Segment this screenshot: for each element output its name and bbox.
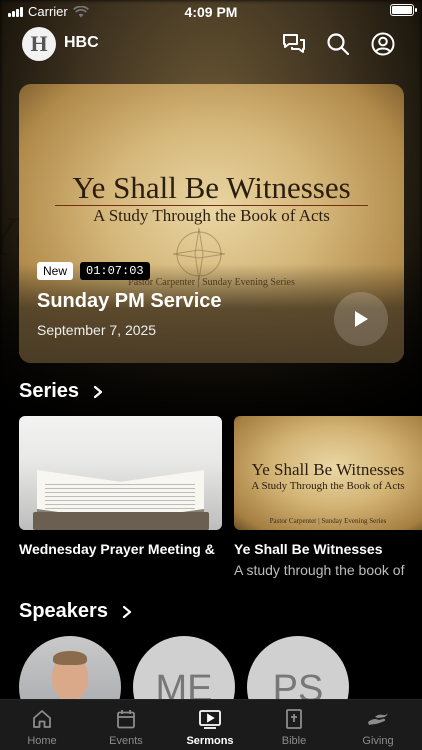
- sermon-title: Sunday PM Service: [37, 290, 222, 312]
- battery-icon: [390, 4, 417, 16]
- chevron-right-icon: [122, 605, 132, 618]
- tab-bible[interactable]: Bible: [252, 700, 336, 750]
- chevron-right-icon: [93, 385, 103, 398]
- home-icon: [33, 710, 51, 728]
- tab-label: Events: [109, 735, 143, 747]
- play-button[interactable]: [334, 292, 388, 346]
- new-badge: New: [37, 262, 74, 280]
- bible-icon: [286, 709, 302, 729]
- status-bar: Carrier 4:09 PM: [0, 0, 422, 22]
- series-description: A study through the book of: [234, 562, 405, 578]
- chat-icon[interactable]: [281, 31, 307, 57]
- play-screen-icon: [199, 710, 221, 729]
- series-card[interactable]: Wednesday Prayer Meeting &: [19, 416, 222, 562]
- artwork-credit: Pastor Carpenter | Sunday Evening Series: [128, 277, 295, 288]
- tab-giving[interactable]: Giving: [336, 700, 420, 750]
- search-icon[interactable]: [325, 31, 351, 57]
- tab-label: Bible: [281, 735, 307, 747]
- tab-events[interactable]: Events: [84, 700, 168, 750]
- top-bar: H HBC: [0, 27, 422, 61]
- series-artwork-bible: [19, 416, 222, 530]
- speakers-header[interactable]: Speakers: [19, 600, 132, 623]
- series-card[interactable]: Ye Shall Be Witnesses A Study Through th…: [234, 416, 422, 578]
- artwork-subtitle: A Study Through the Book of Acts: [251, 480, 405, 492]
- artwork-subtitle: A Study Through the Book of Acts: [93, 206, 330, 225]
- logo-letter: H: [30, 31, 48, 56]
- series-artwork-acts: Ye Shall Be Witnesses A Study Through th…: [234, 416, 422, 530]
- giving-icon: [368, 713, 388, 725]
- featured-sermon-card[interactable]: Ye Shall Be Witnesses A Study Through th…: [19, 84, 404, 363]
- tab-home[interactable]: Home: [0, 700, 84, 750]
- duration-badge: 01:07:03: [80, 262, 150, 280]
- tab-sermons[interactable]: Sermons: [168, 700, 252, 750]
- series-name: Ye Shall Be Witnesses: [234, 541, 383, 557]
- series-name: Wednesday Prayer Meeting &: [19, 541, 215, 557]
- series-header[interactable]: Series: [19, 380, 103, 403]
- tab-label: Sermons: [186, 735, 234, 747]
- account-icon[interactable]: [370, 31, 396, 57]
- app-title: HBC: [64, 34, 99, 51]
- play-icon: [355, 311, 368, 327]
- tab-label: Home: [27, 735, 57, 747]
- tab-label: Giving: [362, 735, 394, 747]
- sermon-date: September 7, 2025: [37, 322, 157, 338]
- speakers-title: Speakers: [19, 600, 108, 622]
- artwork-title: Ye Shall Be Witnesses: [72, 170, 351, 205]
- artwork-credit: Pastor Carpenter | Sunday Evening Series: [269, 517, 387, 525]
- calendar-icon: [117, 710, 135, 729]
- tab-bar: Home Events Sermons Bible Giving: [0, 699, 422, 750]
- church-logo[interactable]: H: [22, 27, 56, 61]
- series-title: Series: [19, 380, 80, 402]
- artwork-title: Ye Shall Be Witnesses: [251, 460, 405, 479]
- status-time: 4:09 PM: [184, 4, 238, 20]
